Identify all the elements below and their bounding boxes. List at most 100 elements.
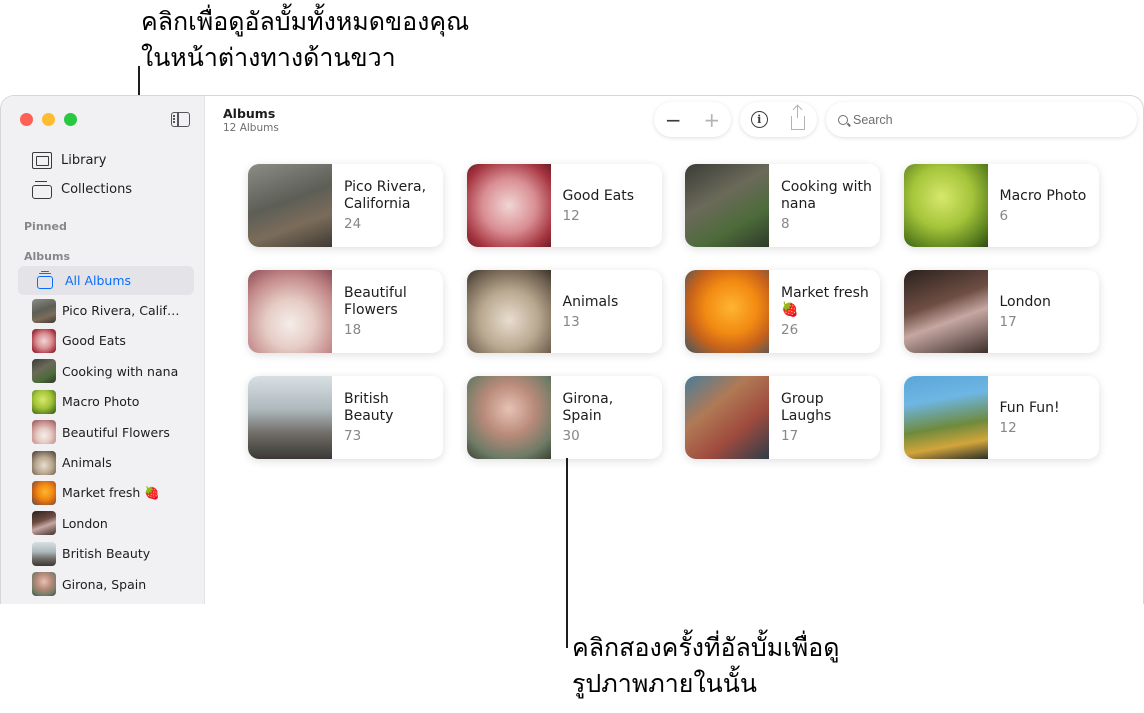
album-photo-count: 13 — [562, 313, 580, 330]
album-card-info: Market fresh 🍓 26 — [769, 270, 880, 353]
album-name: Good Eats — [562, 187, 635, 204]
album-cover-photo — [685, 270, 769, 353]
album-card[interactable]: Good Eats 12 — [466, 164, 662, 247]
album-card[interactable]: Cooking with nana 8 — [685, 164, 880, 247]
section-label-pinned[interactable]: Pinned — [24, 220, 67, 233]
info-button[interactable]: i — [745, 106, 773, 134]
album-photo-count: 73 — [344, 428, 362, 444]
sidebar-item-label: Beautiful Flowers — [62, 424, 170, 440]
album-photo-count: 17 — [999, 313, 1017, 330]
album-cover-photo — [903, 270, 988, 353]
album-card[interactable]: British Beauty 73 — [248, 376, 443, 459]
album-thumbnail — [32, 359, 56, 384]
sidebar-item-collections[interactable]: Collections — [32, 180, 133, 199]
album-card-info: London 17 — [988, 270, 1059, 353]
sidebar-item-label: London — [62, 515, 108, 531]
album-name: British Beauty — [344, 391, 394, 424]
sidebar-album-item[interactable]: London — [18, 509, 194, 538]
sidebar-item-label: Collections — [61, 182, 133, 197]
album-photo-count: 30 — [562, 428, 580, 444]
sidebar-item-label: Animals — [62, 455, 112, 470]
album-name: Market fresh 🍓 — [781, 285, 869, 318]
album-card-info: Cooking with nana 8 — [769, 164, 880, 247]
sidebar-item-label: Macro Photo — [62, 394, 140, 410]
sidebar-album-item[interactable]: Macro Photo — [18, 387, 194, 416]
album-card[interactable]: Fun Fun! 12 — [903, 376, 1099, 459]
search-input[interactable] — [853, 112, 1113, 127]
album-thumbnail — [32, 328, 56, 353]
photo-library-icon — [32, 152, 52, 169]
album-cover-photo — [903, 164, 988, 247]
album-thumbnail — [32, 389, 56, 414]
sidebar-item-all-albums[interactable]: All Albums — [18, 266, 194, 295]
album-cover-photo — [685, 376, 769, 459]
collections-icon — [32, 180, 52, 199]
album-cover-photo — [248, 164, 332, 247]
album-card-info: British Beauty 73 — [332, 376, 443, 459]
close-window-button[interactable] — [20, 113, 33, 126]
album-thumbnail — [32, 298, 56, 323]
section-label-albums[interactable]: Albums — [24, 250, 70, 263]
album-name: Pico Rivera, California — [344, 179, 427, 212]
album-card[interactable]: Macro Photo 6 — [903, 164, 1099, 247]
sidebar-album-item[interactable]: Animals — [18, 448, 194, 477]
sidebar-album-item[interactable]: Girona, Spain — [18, 570, 194, 599]
album-name: Cooking with nana — [781, 179, 872, 212]
album-card[interactable]: Market fresh 🍓 26 — [685, 270, 880, 353]
album-card[interactable]: Group Laughs 17 — [685, 376, 880, 459]
album-photo-count: 6 — [999, 207, 1009, 224]
zoom-control: − + — [654, 102, 731, 137]
album-thumbnail — [32, 572, 56, 597]
sidebar-album-item[interactable]: Market fresh 🍓 — [18, 478, 194, 507]
album-cover-photo — [466, 270, 551, 353]
album-card[interactable]: Animals 13 — [466, 270, 662, 353]
page-title: Albums — [223, 106, 276, 121]
album-photo-count: 8 — [781, 216, 790, 232]
callout-line: รูปภาพภายในนั้น — [572, 669, 757, 698]
sidebar-album-item[interactable]: Pico Rivera, Califor... — [18, 296, 194, 325]
album-thumbnail — [32, 511, 56, 536]
album-card-info: Macro Photo 6 — [988, 164, 1095, 247]
sidebar-item-label: Pico Rivera, Califor... — [62, 303, 184, 318]
minimize-window-button[interactable] — [42, 113, 55, 126]
album-name: Macro Photo — [999, 187, 1087, 204]
album-cover-photo — [466, 376, 551, 459]
zoom-window-button[interactable] — [64, 113, 77, 126]
album-card-info: Animals 13 — [551, 270, 627, 353]
albums-stack-icon — [35, 271, 55, 290]
share-icon — [790, 105, 805, 130]
info-icon: i — [750, 111, 768, 128]
callout-line: คลิกสองครั้งที่อัลบั้มเพื่อดู — [572, 633, 840, 662]
zoom-in-button[interactable]: + — [698, 106, 726, 134]
album-photo-count: 17 — [781, 428, 799, 444]
callout-open-album: คลิกสองครั้งที่อัลบั้มเพื่อดู รูปภาพภายใ… — [572, 630, 839, 702]
zoom-out-button[interactable]: − — [659, 106, 687, 134]
album-photo-count: 24 — [344, 216, 362, 232]
share-button[interactable] — [784, 105, 812, 134]
search-field[interactable] — [826, 102, 1137, 137]
album-thumbnail — [32, 541, 56, 566]
sidebar-album-item[interactable]: Beautiful Flowers — [18, 418, 194, 447]
album-photo-count: 12 — [562, 207, 580, 224]
sidebar-album-item[interactable]: Cooking with nana — [18, 357, 194, 386]
album-cover-photo — [248, 270, 332, 353]
album-cover-photo — [903, 376, 988, 459]
album-name: Animals — [562, 293, 619, 310]
album-thumbnail — [32, 420, 56, 445]
album-photo-count: 12 — [999, 419, 1017, 436]
album-card[interactable]: London 17 — [903, 270, 1099, 353]
search-icon — [838, 114, 848, 125]
album-card-info: Group Laughs 17 — [769, 376, 880, 459]
sidebar-toggle-icon[interactable] — [171, 112, 190, 127]
album-card[interactable]: Pico Rivera, California 24 — [248, 164, 443, 247]
album-card[interactable]: Beautiful Flowers 18 — [248, 270, 443, 353]
sidebar: Library Collections Pinned Albums All Al… — [1, 96, 205, 604]
sidebar-item-library[interactable]: Library — [32, 152, 106, 169]
sidebar-album-item[interactable]: British Beauty — [18, 539, 194, 568]
album-card[interactable]: Girona, Spain 30 — [466, 376, 662, 459]
sidebar-album-item[interactable]: Good Eats — [18, 326, 194, 355]
sidebar-item-label: Cooking with nana — [62, 363, 179, 379]
album-card-info: Beautiful Flowers 18 — [332, 270, 443, 353]
callout-line: ในหน้าต่างทางด้านขวา — [141, 43, 396, 72]
album-card-info: Pico Rivera, California 24 — [332, 164, 443, 247]
